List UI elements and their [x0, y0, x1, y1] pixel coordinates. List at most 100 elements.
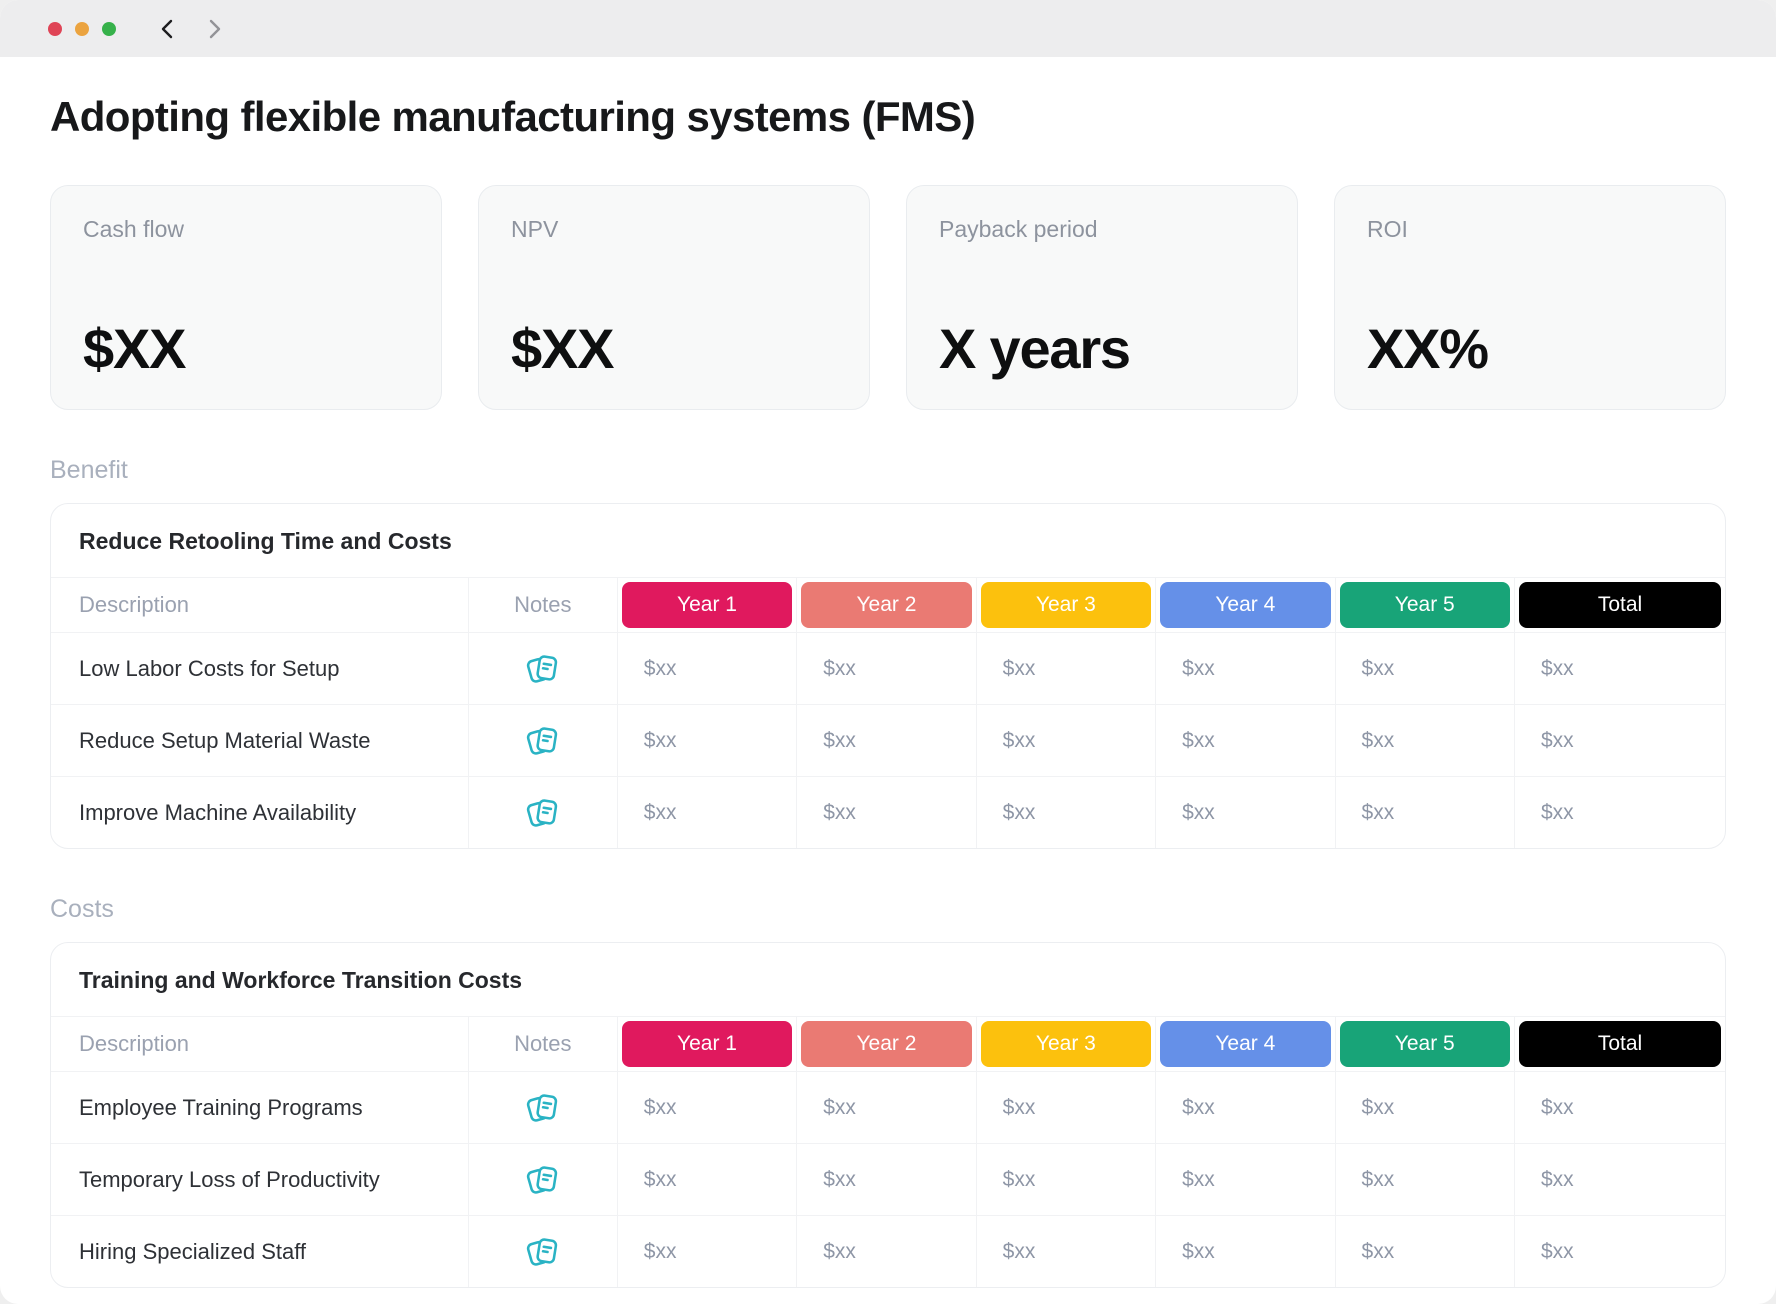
browser-nav	[158, 19, 224, 39]
table-header-row: Description Notes Year 1 Year 2 Year 3 Y…	[51, 1016, 1725, 1071]
table-title: Reduce Retooling Time and Costs	[51, 504, 1725, 577]
value-cell-year4[interactable]: $xx	[1155, 777, 1334, 848]
notes-icon	[523, 649, 563, 689]
minimize-window-icon[interactable]	[75, 22, 89, 36]
page-title: Adopting flexible manufacturing systems …	[50, 93, 1726, 141]
notes-icon	[523, 721, 563, 761]
table-row: Low Labor Costs for Setup $xx $xx $xx $x…	[51, 632, 1725, 704]
year1-pill: Year 1	[622, 582, 792, 628]
column-header-year2: Year 2	[796, 578, 975, 632]
metric-label: ROI	[1367, 216, 1693, 243]
close-window-icon[interactable]	[48, 22, 62, 36]
column-header-year1: Year 1	[617, 578, 796, 632]
value-cell-year1[interactable]: $xx	[617, 633, 796, 704]
row-description[interactable]: Hiring Specialized Staff	[51, 1216, 468, 1287]
benefit-table: Reduce Retooling Time and Costs Descript…	[50, 503, 1726, 849]
value-cell-year1[interactable]: $xx	[617, 777, 796, 848]
metric-label: NPV	[511, 216, 837, 243]
column-header-description: Description	[51, 1017, 468, 1071]
column-header-notes: Notes	[468, 1017, 617, 1071]
metric-card-npv: NPV $XX	[478, 185, 870, 410]
value-cell-year1[interactable]: $xx	[617, 705, 796, 776]
value-cell-year2[interactable]: $xx	[796, 705, 975, 776]
value-cell-year5[interactable]: $xx	[1335, 633, 1514, 704]
value-cell-year2[interactable]: $xx	[796, 777, 975, 848]
value-cell-year4[interactable]: $xx	[1155, 1144, 1334, 1215]
value-cell-year3[interactable]: $xx	[976, 705, 1155, 776]
year2-pill: Year 2	[801, 582, 971, 628]
chevron-left-icon	[158, 19, 178, 39]
metric-label: Payback period	[939, 216, 1265, 243]
row-description[interactable]: Reduce Setup Material Waste	[51, 705, 468, 776]
value-cell-year2[interactable]: $xx	[796, 633, 975, 704]
row-description[interactable]: Low Labor Costs for Setup	[51, 633, 468, 704]
metric-value: XX%	[1367, 316, 1693, 381]
notes-icon	[523, 793, 563, 833]
metric-card-roi: ROI XX%	[1334, 185, 1726, 410]
costs-table: Training and Workforce Transition Costs …	[50, 942, 1726, 1288]
value-cell-year3[interactable]: $xx	[976, 777, 1155, 848]
value-cell-year5[interactable]: $xx	[1335, 1216, 1514, 1287]
row-description[interactable]: Temporary Loss of Productivity	[51, 1144, 468, 1215]
table-row: Improve Machine Availability $xx $xx $xx…	[51, 776, 1725, 848]
notes-button[interactable]	[523, 721, 563, 761]
notes-button[interactable]	[523, 1232, 563, 1272]
value-cell-total[interactable]: $xx	[1514, 1072, 1725, 1143]
value-cell-year5[interactable]: $xx	[1335, 1072, 1514, 1143]
notes-icon	[523, 1232, 563, 1272]
value-cell-total[interactable]: $xx	[1514, 1144, 1725, 1215]
row-description[interactable]: Employee Training Programs	[51, 1072, 468, 1143]
notes-button[interactable]	[523, 1088, 563, 1128]
value-cell-total[interactable]: $xx	[1514, 705, 1725, 776]
back-button[interactable]	[158, 19, 178, 39]
window-titlebar	[0, 0, 1776, 57]
traffic-lights	[48, 22, 116, 36]
value-cell-total[interactable]: $xx	[1514, 1216, 1725, 1287]
column-header-year2: Year 2	[796, 1017, 975, 1071]
value-cell-year4[interactable]: $xx	[1155, 705, 1334, 776]
metric-card-cash-flow: Cash flow $XX	[50, 185, 442, 410]
forward-button[interactable]	[204, 19, 224, 39]
value-cell-year3[interactable]: $xx	[976, 633, 1155, 704]
table-row: Employee Training Programs $xx $xx $xx $…	[51, 1071, 1725, 1143]
column-header-year1: Year 1	[617, 1017, 796, 1071]
value-cell-year5[interactable]: $xx	[1335, 705, 1514, 776]
column-header-notes: Notes	[468, 578, 617, 632]
value-cell-year5[interactable]: $xx	[1335, 777, 1514, 848]
value-cell-year4[interactable]: $xx	[1155, 1072, 1334, 1143]
app-window: Adopting flexible manufacturing systems …	[0, 0, 1776, 1304]
value-cell-year4[interactable]: $xx	[1155, 1216, 1334, 1287]
zoom-window-icon[interactable]	[102, 22, 116, 36]
metric-value: X years	[939, 316, 1265, 381]
table-title: Training and Workforce Transition Costs	[51, 943, 1725, 1016]
value-cell-year2[interactable]: $xx	[796, 1144, 975, 1215]
column-header-year5: Year 5	[1335, 578, 1514, 632]
section-label-costs: Costs	[50, 895, 1726, 924]
value-cell-year1[interactable]: $xx	[617, 1144, 796, 1215]
value-cell-year3[interactable]: $xx	[976, 1072, 1155, 1143]
value-cell-total[interactable]: $xx	[1514, 777, 1725, 848]
value-cell-year2[interactable]: $xx	[796, 1072, 975, 1143]
table-row: Reduce Setup Material Waste $xx $xx $xx …	[51, 704, 1725, 776]
year1-pill: Year 1	[622, 1021, 792, 1067]
row-description[interactable]: Improve Machine Availability	[51, 777, 468, 848]
column-header-year3: Year 3	[976, 1017, 1155, 1071]
value-cell-year1[interactable]: $xx	[617, 1216, 796, 1287]
year3-pill: Year 3	[981, 1021, 1151, 1067]
value-cell-year3[interactable]: $xx	[976, 1216, 1155, 1287]
column-header-year4: Year 4	[1155, 578, 1334, 632]
column-header-year3: Year 3	[976, 578, 1155, 632]
notes-button[interactable]	[523, 793, 563, 833]
table-row: Temporary Loss of Productivity $xx $xx $…	[51, 1143, 1725, 1215]
value-cell-year4[interactable]: $xx	[1155, 633, 1334, 704]
column-header-total: Total	[1514, 578, 1725, 632]
notes-button[interactable]	[523, 1160, 563, 1200]
column-header-year4: Year 4	[1155, 1017, 1334, 1071]
value-cell-year1[interactable]: $xx	[617, 1072, 796, 1143]
value-cell-year2[interactable]: $xx	[796, 1216, 975, 1287]
notes-button[interactable]	[523, 649, 563, 689]
value-cell-year3[interactable]: $xx	[976, 1144, 1155, 1215]
value-cell-total[interactable]: $xx	[1514, 633, 1725, 704]
value-cell-year5[interactable]: $xx	[1335, 1144, 1514, 1215]
metric-cards: Cash flow $XX NPV $XX Payback period X y…	[50, 185, 1726, 410]
